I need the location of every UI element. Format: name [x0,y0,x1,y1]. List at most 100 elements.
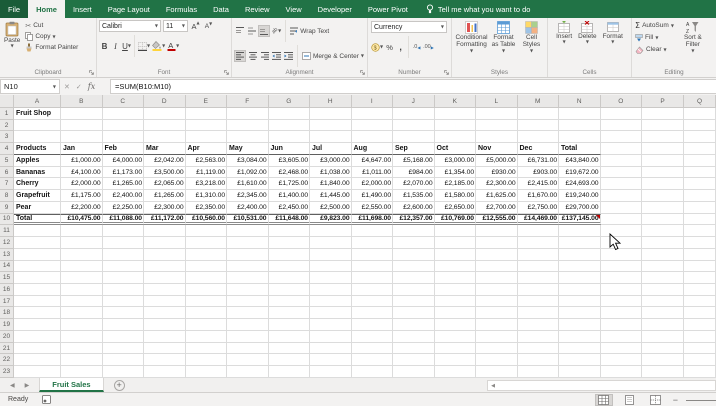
cell-K10[interactable]: £10,769.00 [435,214,477,226]
font-size-select[interactable]: 11▼ [163,20,188,32]
cell-M3[interactable] [518,131,560,143]
cell-B5[interactable]: £1,000.00 [61,155,103,167]
cell-I3[interactable] [352,131,394,143]
cell-I4[interactable]: Aug [352,143,394,155]
cell-A22[interactable] [14,354,61,366]
cell-D11[interactable] [144,225,186,237]
fill-button[interactable]: Fill▼ [634,32,675,43]
row-header-4[interactable]: 4 [0,143,14,155]
col-header-C[interactable]: C [103,95,145,108]
row-header-13[interactable]: 13 [0,249,14,261]
cell-F3[interactable] [227,131,269,143]
col-header-M[interactable]: M [518,95,560,108]
tab-developer[interactable]: Developer [310,0,360,18]
cell-O23[interactable] [601,366,643,378]
cell-L18[interactable] [476,307,518,319]
cell-J9[interactable]: £2,600.00 [393,202,435,214]
insert-cells-button[interactable]: Insert▼ [554,20,574,45]
cell-L4[interactable]: Nov [476,143,518,155]
cell-D16[interactable] [144,284,186,296]
cell-E16[interactable] [186,284,228,296]
cell-L2[interactable] [476,120,518,132]
cell-B9[interactable]: £2,200.00 [61,202,103,214]
cell-L8[interactable]: £1,625.00 [476,190,518,202]
cell-L20[interactable] [476,331,518,343]
bold-button[interactable]: B [99,40,110,52]
cell-Q16[interactable] [684,284,716,296]
cell-C14[interactable] [103,261,145,273]
cell-C2[interactable] [103,120,145,132]
cell-N14[interactable] [559,261,601,273]
cell-L7[interactable]: £2,300.00 [476,178,518,190]
cell-N9[interactable]: £29,700.00 [559,202,601,214]
cell-I19[interactable] [352,319,394,331]
cell-J2[interactable] [393,120,435,132]
cell-N1[interactable] [559,108,601,120]
cell-B10[interactable]: £10,475.00 [61,214,103,226]
col-header-O[interactable]: O [601,95,643,108]
cell-D17[interactable] [144,296,186,308]
row-header-7[interactable]: 7 [0,178,14,190]
cell-K22[interactable] [435,354,477,366]
cell-P23[interactable] [642,366,684,378]
cell-D21[interactable] [144,343,186,355]
cell-F21[interactable] [227,343,269,355]
cell-O5[interactable] [601,155,643,167]
cell-M8[interactable]: £1,670.00 [518,190,560,202]
cell-P12[interactable] [642,237,684,249]
cell-P20[interactable] [642,331,684,343]
cell-G18[interactable] [269,307,311,319]
cell-G7[interactable]: £1,725.00 [269,178,311,190]
cell-J22[interactable] [393,354,435,366]
cell-M1[interactable] [518,108,560,120]
cell-K5[interactable]: £3,000.00 [435,155,477,167]
cell-F22[interactable] [227,354,269,366]
row-header-6[interactable]: 6 [0,167,14,179]
cell-M18[interactable] [518,307,560,319]
cell-O1[interactable] [601,108,643,120]
cell-O22[interactable] [601,354,643,366]
cell-P9[interactable] [642,202,684,214]
cell-I12[interactable] [352,237,394,249]
cell-A17[interactable] [14,296,61,308]
cell-J4[interactable]: Sep [393,143,435,155]
conditional-formatting-button[interactable]: Conditional Formatting▼ [455,20,489,54]
cell-O19[interactable] [601,319,643,331]
horizontal-scrollbar[interactable]: ◀ [487,380,716,391]
cell-A14[interactable] [14,261,61,273]
cell-M6[interactable]: £903.00 [518,167,560,179]
percent-style-button[interactable]: % [384,41,395,53]
row-header-11[interactable]: 11 [0,225,14,237]
cell-Q10[interactable] [684,214,716,226]
cell-I2[interactable] [352,120,394,132]
cell-F2[interactable] [227,120,269,132]
cell-B20[interactable] [61,331,103,343]
underline-button[interactable]: U▼ [121,40,132,52]
orientation-button[interactable]: ab▼ [271,25,282,37]
cell-I6[interactable]: £1,011.00 [352,167,394,179]
cell-C11[interactable] [103,225,145,237]
cell-A18[interactable] [14,307,61,319]
italic-button[interactable]: I [110,40,121,52]
cell-H13[interactable] [310,249,352,261]
cell-J23[interactable] [393,366,435,378]
cell-Q7[interactable] [684,178,716,190]
cell-C4[interactable]: Feb [103,143,145,155]
col-header-E[interactable]: E [186,95,228,108]
row-header-18[interactable]: 18 [0,307,14,319]
shrink-font-button[interactable]: A▼ [203,20,214,32]
cell-H21[interactable] [310,343,352,355]
cell-I18[interactable] [352,307,394,319]
top-align-button[interactable] [234,25,245,37]
cell-K15[interactable] [435,272,477,284]
accounting-format-button[interactable]: $▼ [370,41,384,53]
cell-L3[interactable] [476,131,518,143]
cell-A9[interactable]: Pear [14,202,61,214]
cell-M12[interactable] [518,237,560,249]
cell-K14[interactable] [435,261,477,273]
cell-F23[interactable] [227,366,269,378]
cell-B21[interactable] [61,343,103,355]
cell-O11[interactable] [601,225,643,237]
cell-J6[interactable]: £984.00 [393,167,435,179]
cell-N16[interactable] [559,284,601,296]
